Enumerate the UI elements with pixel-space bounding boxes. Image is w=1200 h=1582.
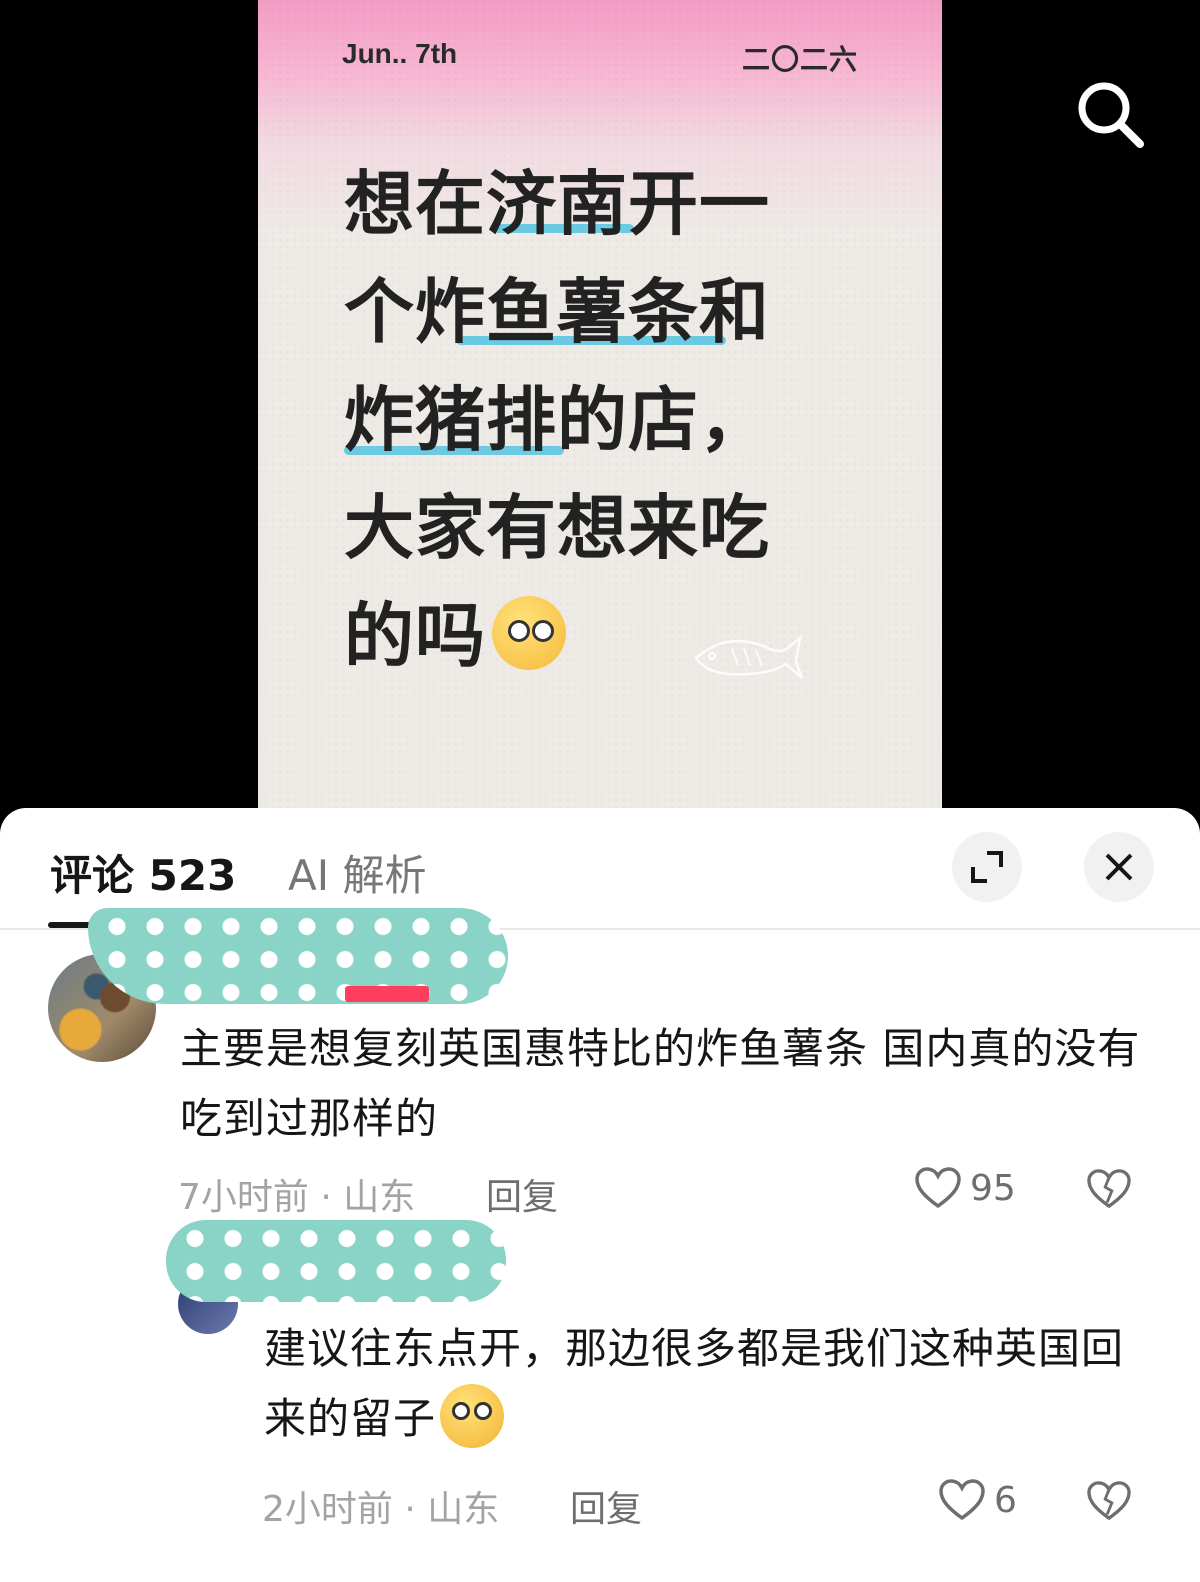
comment-meta: 2小时前 · 山东	[262, 1489, 500, 1530]
search-icon	[1078, 82, 1144, 148]
broken-heart-icon	[1087, 1481, 1131, 1521]
expand-button[interactable]	[952, 832, 1022, 902]
close-icon	[1105, 853, 1133, 881]
like-button[interactable]: 6	[938, 1478, 1017, 1522]
dislike-button[interactable]	[1086, 1480, 1132, 1526]
fish-doodle-icon	[694, 634, 804, 679]
expand-icon	[971, 851, 1003, 883]
poster-line: 想在济南开一	[344, 163, 770, 245]
close-button[interactable]	[1084, 832, 1154, 902]
poster-line: 炸猪排的店，	[344, 379, 770, 461]
like-count: 6	[994, 1479, 1017, 1521]
video-poster: Jun.. 7th 二〇二六 想在济南开一 个炸鱼薯条和 炸猪排的店， 大家有想…	[258, 0, 942, 816]
reply-button[interactable]: 回复	[570, 1480, 642, 1532]
poster-line: 大家有想来吃	[344, 487, 770, 569]
poster-date: Jun.. 7th	[342, 38, 458, 69]
comments-panel: 评论 523 AI 解析 主要是想复刻英国惠特比的炸鱼薯条 国内真的没有吃到过那…	[0, 808, 1200, 1582]
poster-line: 个炸鱼薯条和	[344, 271, 770, 353]
redacted-username	[88, 908, 508, 1004]
pinned-badge	[345, 986, 429, 1002]
poster-year: 二〇二六	[742, 44, 859, 75]
broken-heart-icon	[1087, 1169, 1131, 1209]
search-button[interactable]	[1072, 76, 1148, 152]
video-player[interactable]: Jun.. 7th 二〇二六 想在济南开一 个炸鱼薯条和 炸猪排的店， 大家有想…	[0, 0, 1200, 816]
comment-text: 主要是想复刻英国惠特比的炸鱼薯条 国内真的没有吃到过那样的	[180, 1024, 1141, 1143]
dislike-button[interactable]	[1086, 1168, 1132, 1214]
heart-icon	[939, 1479, 985, 1521]
pleading-face-emoji-icon	[440, 1383, 505, 1448]
like-count: 95	[970, 1167, 1016, 1209]
heart-icon	[915, 1167, 961, 1209]
comment-text: 建议往东点开，那边很多都是我们这种英国回来的留子	[264, 1314, 1164, 1454]
reply-button[interactable]: 回复	[486, 1168, 558, 1220]
redacted-username	[166, 1220, 506, 1302]
poster-headline: 想在济南开一 个炸鱼薯条和 炸猪排的店， 大家有想来吃 的吗	[344, 150, 864, 690]
flushed-face-emoji-icon	[492, 595, 566, 670]
tab-comments[interactable]: 评论 523	[50, 842, 236, 903]
like-button[interactable]: 95	[914, 1166, 1016, 1210]
tab-ai-analysis[interactable]: AI 解析	[288, 842, 426, 903]
comment-meta: 7小时前 · 山东	[178, 1177, 416, 1218]
